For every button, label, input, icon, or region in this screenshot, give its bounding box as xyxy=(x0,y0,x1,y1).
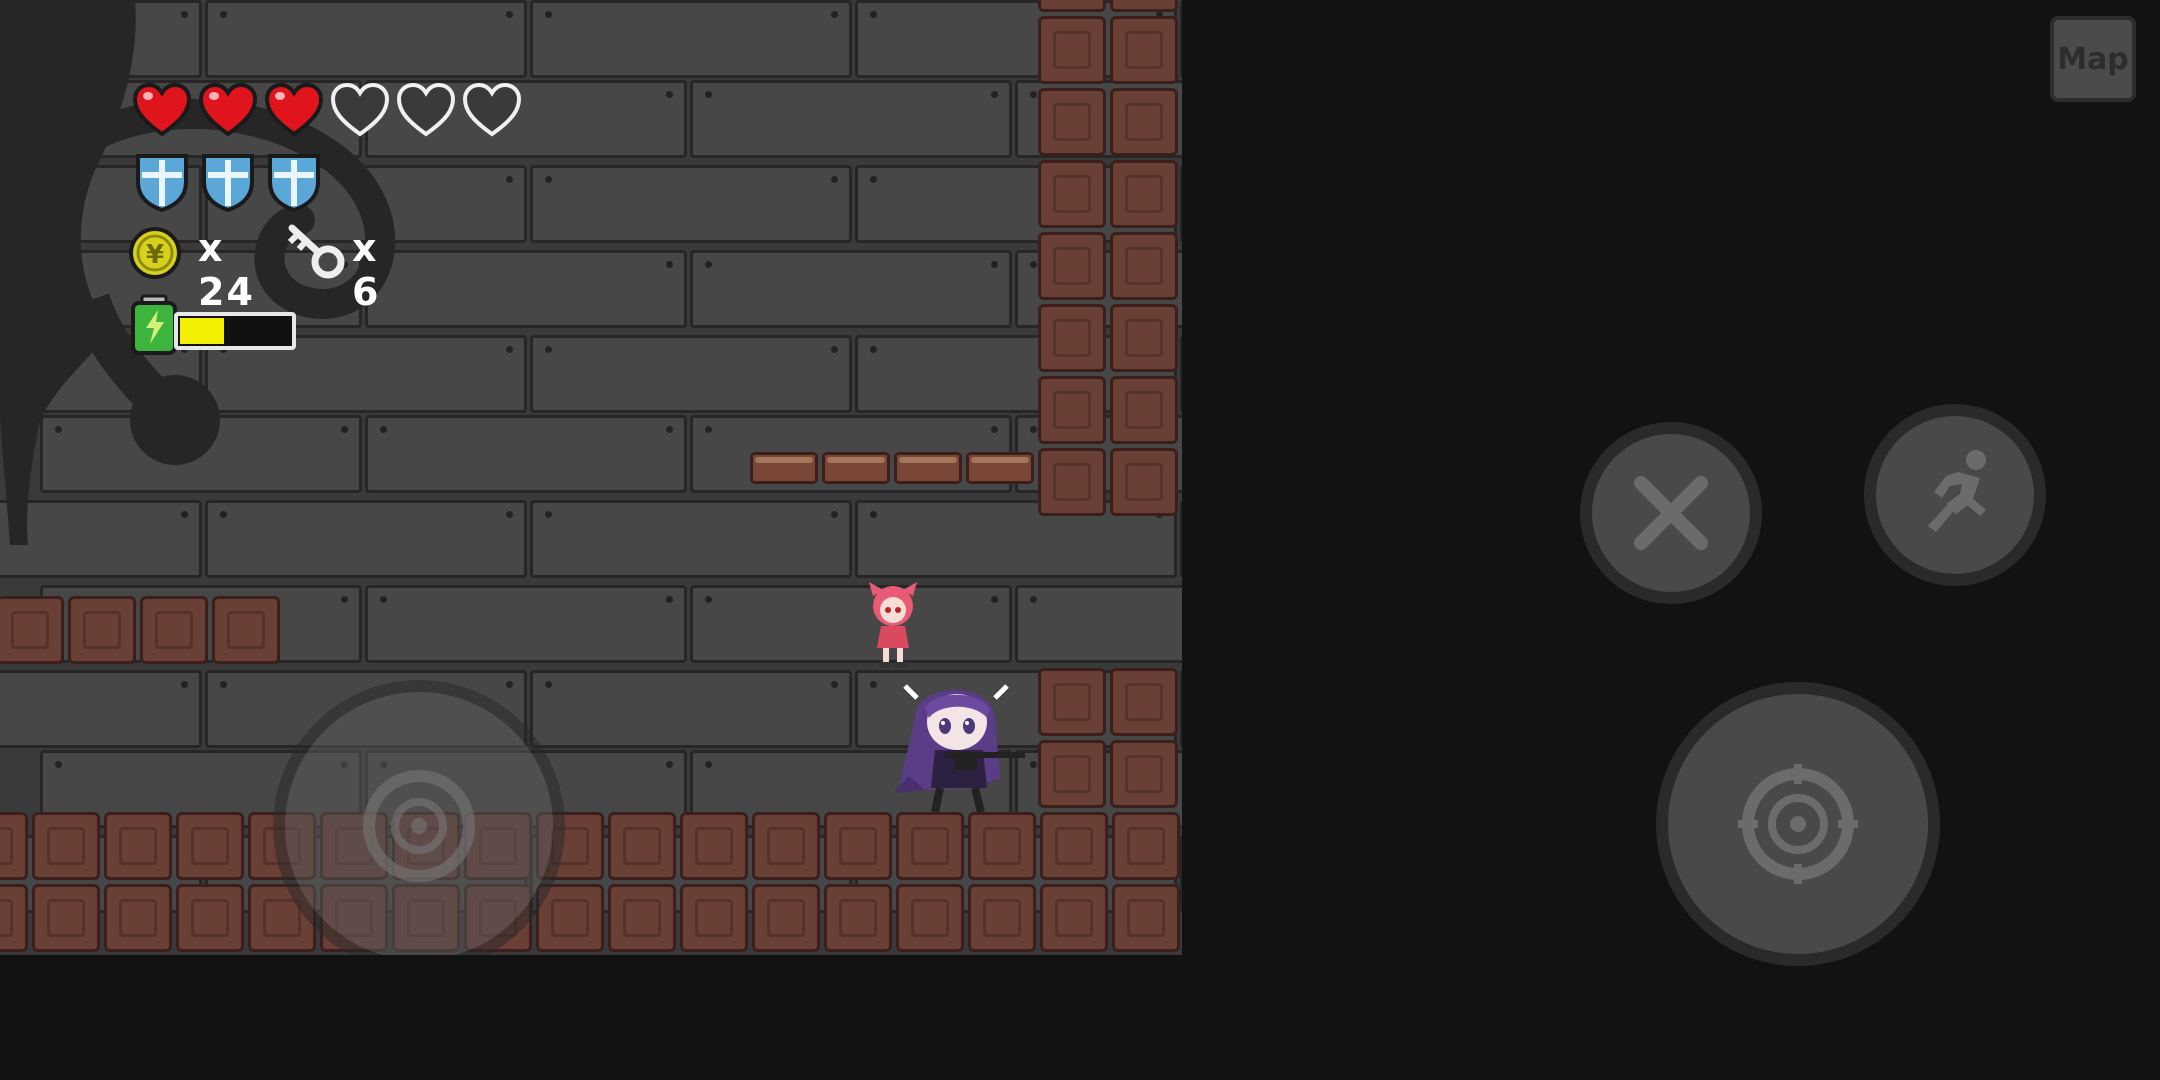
brick-tile xyxy=(0,884,28,952)
brick-tile xyxy=(608,884,676,952)
heart-empty-icon xyxy=(462,82,522,137)
brick-tile xyxy=(896,812,964,880)
brick-tile xyxy=(968,812,1036,880)
brick-tile xyxy=(32,812,100,880)
brick-tile xyxy=(176,812,244,880)
wall-plank xyxy=(530,500,852,578)
pink-girl-npc[interactable] xyxy=(865,582,921,668)
brick-tile xyxy=(32,884,100,952)
crosshair-icon xyxy=(363,770,475,882)
crosshair-icon xyxy=(1738,764,1858,884)
wall-plank xyxy=(530,335,852,413)
brick-tile xyxy=(1040,884,1108,952)
dash-button[interactable] xyxy=(1876,416,2034,574)
wall-plank xyxy=(530,165,852,243)
close-icon xyxy=(1634,476,1708,550)
brick-tile xyxy=(752,884,820,952)
brick-tile xyxy=(104,812,172,880)
wall-plank xyxy=(1180,165,1182,243)
game-stage xyxy=(0,0,1182,955)
wall-plank xyxy=(1015,585,1182,663)
energy-bar xyxy=(174,312,296,350)
brick-tile xyxy=(1110,448,1178,516)
brick-tile xyxy=(1110,160,1178,228)
brick-tile xyxy=(1038,740,1106,808)
coin-icon: ¥ xyxy=(129,227,181,279)
wall-plank xyxy=(530,0,852,78)
shield-icon xyxy=(136,154,188,212)
brick-tile xyxy=(680,884,748,952)
brick-tile xyxy=(824,812,892,880)
brick-tile xyxy=(1038,16,1106,84)
player-character xyxy=(895,684,1025,812)
svg-text:¥: ¥ xyxy=(146,240,164,270)
brick-tile xyxy=(752,812,820,880)
wall-plank xyxy=(365,585,687,663)
wall-plank xyxy=(690,250,1012,328)
wall-plank xyxy=(530,670,852,748)
wall-plank xyxy=(0,670,202,748)
brick-tile xyxy=(1110,0,1178,12)
wall-plank xyxy=(1180,0,1182,78)
brick-tile xyxy=(824,884,892,952)
heart-full-icon xyxy=(198,82,258,137)
key-icon xyxy=(287,224,345,279)
brick-tile xyxy=(140,596,208,664)
cancel-button[interactable] xyxy=(1592,434,1750,592)
brick-tile xyxy=(1110,376,1178,444)
wall-plank xyxy=(1180,335,1182,413)
brick-tile xyxy=(176,884,244,952)
shield-icon xyxy=(268,154,320,212)
brick-tile xyxy=(1038,668,1106,736)
shield-icon xyxy=(202,154,254,212)
brick-tile xyxy=(1112,884,1180,952)
brick-tile xyxy=(1112,812,1180,880)
brick-tile xyxy=(1038,232,1106,300)
heart-full-icon xyxy=(264,82,324,137)
brick-tile xyxy=(1110,304,1178,372)
brick-tile xyxy=(1110,232,1178,300)
brick-tile xyxy=(968,884,1036,952)
brick-tile xyxy=(1038,88,1106,156)
energy-bar-fill xyxy=(180,318,224,344)
brick-tile xyxy=(1040,812,1108,880)
brick-tile xyxy=(104,884,172,952)
brick-tile xyxy=(608,812,676,880)
brick-tile xyxy=(1110,668,1178,736)
wall-plank xyxy=(1180,670,1182,748)
brick-tile xyxy=(1038,376,1106,444)
key-count: x 6 xyxy=(352,226,381,314)
coin-count: x 24 xyxy=(198,226,255,314)
heart-full-icon xyxy=(132,82,192,137)
wall-plank xyxy=(690,585,1012,663)
aim-fire-joystick[interactable] xyxy=(1668,694,1928,954)
heart-empty-icon xyxy=(330,82,390,137)
brick-tile xyxy=(1038,304,1106,372)
brick-tile xyxy=(1038,160,1106,228)
brick-tile xyxy=(896,884,964,952)
brick-tile xyxy=(1038,448,1106,516)
battery-icon xyxy=(131,294,177,355)
brick-tile xyxy=(1110,16,1178,84)
brick-tile xyxy=(1110,740,1178,808)
move-joystick[interactable] xyxy=(285,692,553,955)
brick-tile xyxy=(536,884,604,952)
brick-tile xyxy=(212,596,280,664)
brick-tile xyxy=(1110,88,1178,156)
wall-plank xyxy=(1180,835,1182,913)
brick-tile xyxy=(68,596,136,664)
brick-tile xyxy=(0,596,64,664)
wall-plank xyxy=(1180,500,1182,578)
brick-tile xyxy=(1038,0,1106,12)
heart-empty-icon xyxy=(396,82,456,137)
running-icon xyxy=(1928,450,1986,532)
brick-tile xyxy=(0,812,28,880)
map-button[interactable]: Map xyxy=(2050,16,2136,102)
brick-tile xyxy=(680,812,748,880)
wall-plank xyxy=(690,80,1012,158)
